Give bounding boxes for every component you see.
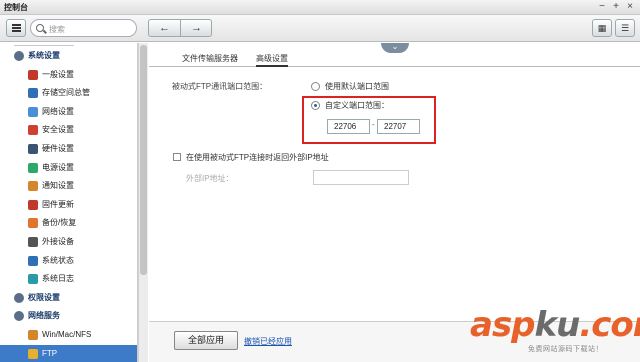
tab-file-transfer-server[interactable]: 文件传输服务器	[182, 53, 238, 64]
grid-view-icon[interactable]: ▦	[592, 19, 612, 37]
sidebar-item-network[interactable]: 网络设置	[0, 103, 137, 121]
watermark-logo: aspku.com	[470, 305, 640, 345]
toolbar: 搜索 ← → ▦ ☰	[0, 15, 640, 42]
file-sharing-icon	[28, 330, 38, 340]
system-log-icon	[28, 274, 38, 285]
apply-all-button[interactable]: 全部应用	[174, 331, 238, 350]
sidebar-item-label: 备份/恢复	[42, 218, 77, 228]
port-separator: -	[372, 120, 375, 129]
sidebar-item-storage[interactable]: 存储空间总管	[0, 84, 137, 102]
notification-icon	[28, 181, 38, 192]
sidebar-item-label: 电源设置	[42, 162, 74, 172]
maximize-icon[interactable]: +	[610, 1, 622, 13]
sidebar-item-label: 固件更新	[42, 199, 74, 209]
sidebar-item-system-log[interactable]: 系统日志	[0, 270, 137, 288]
user-icon	[14, 292, 24, 303]
ftp-icon	[28, 348, 38, 359]
sidebar-item-label: 系统日志	[42, 274, 74, 284]
storage-icon	[28, 88, 38, 99]
sidebar-item-label: Win/Mac/NFS	[42, 330, 92, 339]
search-icon	[36, 24, 44, 32]
firmware-icon	[28, 199, 38, 210]
more-icon[interactable]: ☰	[615, 19, 635, 37]
hardware-icon	[28, 144, 38, 154]
custom-port-range-label: 自定义端口范围：	[325, 101, 389, 110]
port-start-input[interactable]: 22706	[327, 119, 370, 134]
sidebar-item-label: 网络服务	[28, 311, 60, 321]
sidebar-item-label: 安全设置	[42, 125, 74, 135]
sidebar-item-label: 权限设置	[28, 292, 60, 302]
sidebar-item-hardware[interactable]: 硬件设置	[0, 140, 137, 158]
security-icon	[28, 125, 38, 136]
sidebar-item-power[interactable]: 电源设置	[0, 159, 137, 177]
external-device-icon	[28, 237, 38, 247]
back-button[interactable]: ←	[149, 21, 180, 37]
radio-default-port-range[interactable]	[311, 82, 320, 91]
collapse-toggle-icon[interactable]: ⌄	[381, 43, 409, 53]
power-icon	[28, 162, 38, 173]
search-placeholder: 搜索	[49, 25, 65, 34]
search-input[interactable]: 搜索	[30, 19, 137, 37]
sidebar-item-gear[interactable]: 系统设置	[0, 47, 137, 65]
title-bar: 控制台 − + ×	[0, 0, 640, 15]
port-end-input[interactable]: 22707	[377, 119, 420, 134]
sidebar-item-external-device[interactable]: 外接设备	[0, 233, 137, 251]
backup-icon	[28, 218, 38, 229]
sidebar-item-network-service[interactable]: 网络服务	[0, 307, 137, 325]
sidebar-item-ftp[interactable]: FTP	[0, 344, 137, 362]
sidebar-item-notification[interactable]: 通知设置	[0, 177, 137, 195]
sidebar-item-label: 系统状态	[42, 255, 74, 265]
forward-button[interactable]: →	[181, 21, 212, 37]
sidebar-item-label: 外接设备	[42, 237, 74, 246]
gear-icon	[14, 51, 24, 61]
network-icon	[28, 106, 38, 117]
sidebar-item-label: 硬件设置	[42, 144, 74, 153]
passive-port-label: 被动式FTP通讯端口范围：	[172, 82, 268, 91]
radio-custom-port-range[interactable]	[311, 101, 320, 110]
scrollbar-thumb[interactable]	[140, 45, 147, 275]
close-icon[interactable]: ×	[624, 1, 636, 13]
sidebar: 系统设置一般设置存储空间总管 网络设置安全设置硬件设置电源设置通知设置固件更新备份…	[0, 43, 138, 362]
default-port-range-label: 使用默认端口范围	[325, 82, 389, 91]
sidebar-item-backup[interactable]: 备份/恢复	[0, 214, 137, 232]
sidebar-item-label: 通知设置	[42, 181, 74, 191]
settings-icon	[28, 69, 38, 80]
menu-grid-button[interactable]	[6, 19, 26, 37]
window-title: 控制台	[4, 3, 28, 12]
sidebar-item-firmware[interactable]: 固件更新	[0, 196, 137, 214]
tab-bar: 文件传输服务器 高级设置	[149, 53, 640, 67]
sidebar-scrollbar[interactable]	[138, 43, 148, 362]
tab-advanced-settings[interactable]: 高级设置	[256, 53, 288, 67]
network-service-icon	[14, 311, 24, 322]
external-ip-label: 外部IP地址：	[186, 174, 234, 183]
sidebar-item-label: 网络设置	[42, 106, 74, 116]
sidebar-item-system-status[interactable]: 系统状态	[0, 252, 137, 270]
system-status-icon	[28, 255, 38, 266]
sidebar-item-label: 系统设置	[28, 51, 60, 60]
sidebar-item-file-sharing[interactable]: Win/Mac/NFS	[0, 326, 137, 344]
sidebar-item-user[interactable]: 权限设置	[0, 289, 137, 307]
apply-link[interactable]: 撤销已经应用	[244, 336, 292, 347]
sidebar-item-label: 存储空间总管	[42, 88, 90, 98]
sidebar-item-settings[interactable]: 一般设置	[0, 66, 137, 84]
return-external-ip-checkbox[interactable]	[173, 153, 181, 161]
sidebar-item-label: 一般设置	[42, 69, 74, 79]
minimize-icon[interactable]: −	[596, 1, 608, 13]
external-ip-input[interactable]	[313, 170, 409, 185]
sidebar-item-security[interactable]: 安全设置	[0, 121, 137, 139]
return-external-ip-label: 在使用被动式FTP连接时返回外部IP地址	[186, 153, 329, 162]
sidebar-item-label: FTP	[42, 348, 58, 358]
navigation-buttons: ← →	[148, 19, 212, 37]
watermark-subtitle: 免费网站源码下载站！	[528, 346, 603, 353]
